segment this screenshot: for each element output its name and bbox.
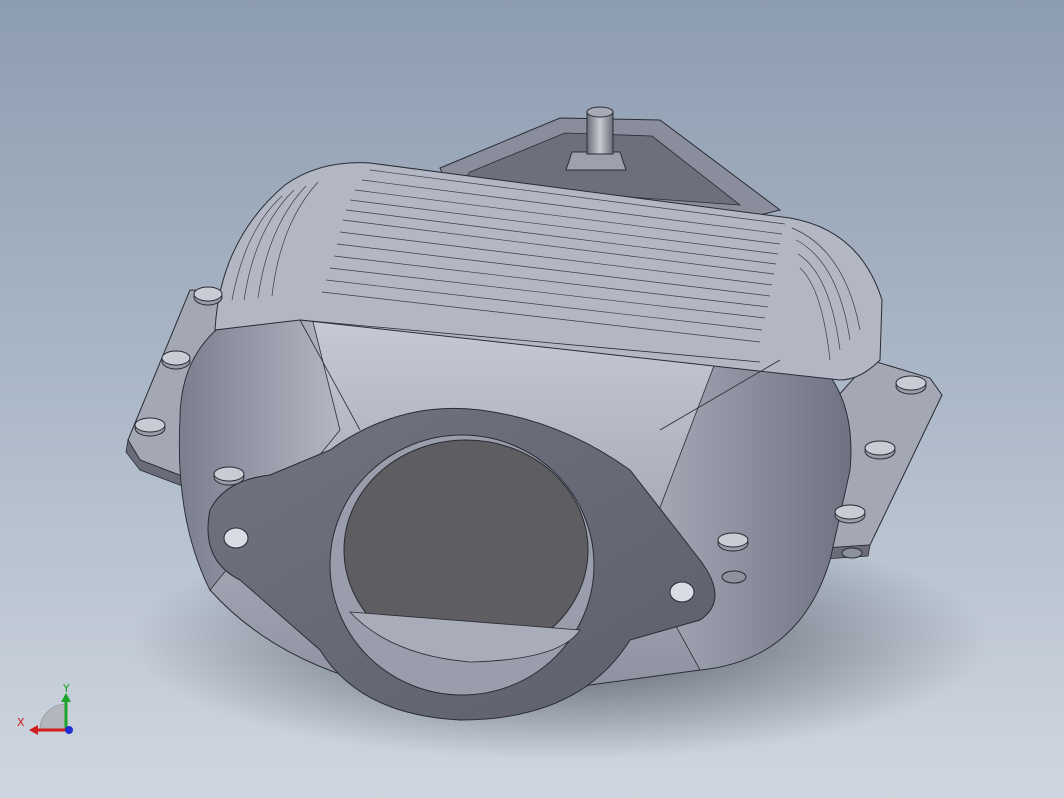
bolt: [717, 532, 749, 552]
bolt: [161, 350, 191, 370]
bolt: [864, 440, 896, 460]
triad-z-axis: [65, 726, 73, 734]
triad-quadrant: [39, 703, 67, 731]
reference-triad[interactable]: Y X: [17, 682, 73, 735]
bolt: [213, 466, 245, 486]
bolt: [721, 570, 747, 584]
bolt: [895, 375, 927, 395]
bolt: [834, 504, 866, 524]
graphics-viewport[interactable]: Y X: [0, 0, 1064, 798]
model-view[interactable]: Y X: [0, 0, 1064, 798]
triad-x-label: X: [17, 716, 25, 729]
flange-hole-left: [223, 527, 249, 549]
bolt: [193, 286, 223, 306]
triad-y-label: Y: [62, 682, 70, 695]
bolt: [841, 547, 863, 559]
flange-hole-right: [669, 581, 695, 603]
bolt: [134, 417, 166, 437]
